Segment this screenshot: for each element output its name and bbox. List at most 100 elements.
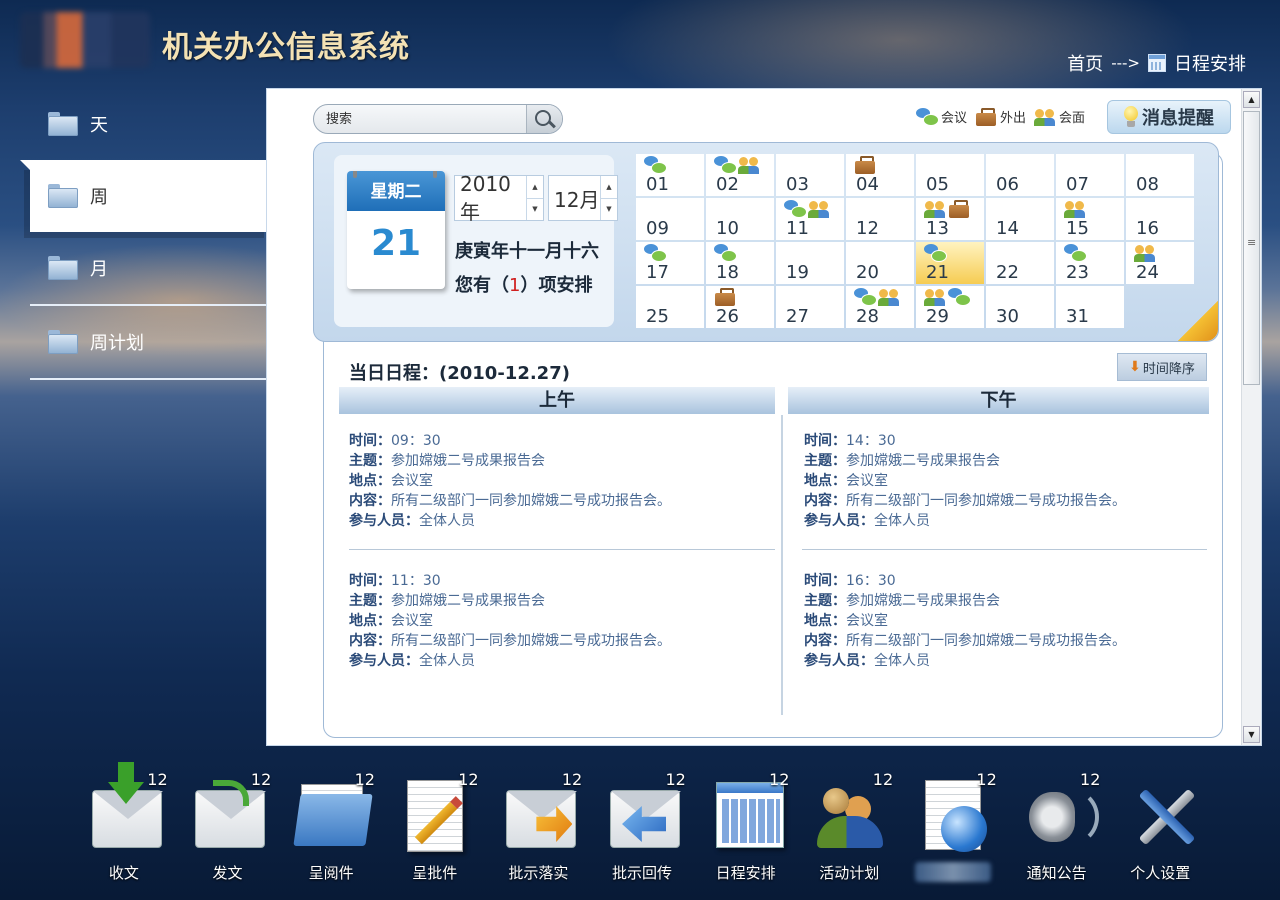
people-icon: [1064, 200, 1086, 218]
count-badge: 12: [250, 770, 272, 789]
sidebar-item-label: 月: [90, 259, 108, 280]
calendar-day[interactable]: 10: [706, 198, 774, 240]
calendar-day[interactable]: 02: [706, 154, 774, 196]
month-up-icon[interactable]: ▲: [601, 176, 617, 198]
entry-people: 参与人员：全体人员: [804, 651, 1126, 671]
calendar-shape: [715, 782, 784, 848]
dock-item[interactable]: 12 发文: [176, 762, 280, 892]
sort-time-desc-button[interactable]: ⬇ 时间降序: [1117, 353, 1207, 381]
dock-label: 通知公告: [1026, 864, 1087, 882]
calendar-day[interactable]: 19: [776, 242, 844, 284]
calendar-day[interactable]: 27: [776, 286, 844, 328]
entry-field-label: 主题：: [804, 453, 846, 469]
breadcrumb-home[interactable]: 首页: [1067, 50, 1103, 76]
am-header: 上午: [339, 387, 775, 414]
legend-out: 外出: [975, 107, 1026, 126]
calendar-day[interactable]: 08: [1126, 154, 1194, 196]
year-stepper[interactable]: 2010年 ▲ ▼: [454, 172, 544, 224]
sort-label: 时间降序: [1142, 361, 1195, 377]
dock-item[interactable]: 12 通知公告: [1005, 762, 1109, 892]
dock-item[interactable]: 12 活动计划: [797, 762, 901, 892]
calendar-day[interactable]: 12: [846, 198, 914, 240]
sidebar: 天 周 月 周计划: [0, 88, 274, 380]
entry-place: 地点：会议室: [349, 471, 671, 491]
calendar-day[interactable]: 03: [776, 154, 844, 196]
calendar-day[interactable]: 07: [1056, 154, 1124, 196]
search-icon[interactable]: [526, 105, 562, 133]
schedule-entry[interactable]: 时间：16：30 主题：参加嫦娥二号成果报告会 地点：会议室 内容：所有二级部门一同参…: [804, 571, 1126, 671]
sidebar-item-month[interactable]: 月: [0, 232, 274, 304]
message-reminder-label: 消息提醒: [1142, 108, 1214, 129]
dock-item[interactable]: 12 收文: [72, 762, 176, 892]
schedule-entry[interactable]: 时间：11：30 主题：参加嫦娥二号成果报告会 地点：会议室 内容：所有二级部门一同参…: [349, 571, 671, 671]
scroll-up-icon[interactable]: ▲: [1243, 91, 1260, 108]
folder-shape: [293, 794, 373, 846]
breadcrumb-separator: --->: [1111, 54, 1140, 72]
message-reminder-button[interactable]: 消息提醒: [1107, 100, 1231, 134]
calendar-day[interactable]: 13: [916, 198, 984, 240]
calendar-day-number: 28: [856, 306, 879, 327]
calendar-day[interactable]: 23: [1056, 242, 1124, 284]
dock-item[interactable]: 12 批示落实: [487, 762, 591, 892]
calendar-day[interactable]: 09: [636, 198, 704, 240]
dock-item[interactable]: 12 呈批件: [383, 762, 487, 892]
calendar-day[interactable]: 30: [986, 286, 1054, 328]
calendar-day[interactable]: 15: [1056, 198, 1124, 240]
calendar-day[interactable]: 29: [916, 286, 984, 328]
calendar-day[interactable]: 14: [986, 198, 1054, 240]
sidebar-item-week[interactable]: 周: [20, 160, 274, 232]
dock-item[interactable]: 12 批示回传: [590, 762, 694, 892]
app-title: 机关办公信息系统: [162, 30, 410, 65]
scroll-thumb[interactable]: [1243, 111, 1260, 385]
calendar-day-number: 17: [646, 262, 669, 283]
calendar-day-number: 27: [786, 306, 809, 327]
calendar-day[interactable]: 05: [916, 154, 984, 196]
year-up-icon[interactable]: ▲: [527, 176, 543, 198]
dock-item[interactable]: 12: [901, 762, 1005, 892]
sidebar-item-week-plan[interactable]: 周计划: [0, 306, 274, 378]
schedule-entry[interactable]: 时间：14：30 主题：参加嫦娥二号成果报告会 地点：会议室 内容：所有二级部门一同参…: [804, 431, 1126, 531]
year-down-icon[interactable]: ▼: [527, 197, 543, 221]
calendar-day[interactable]: 16: [1126, 198, 1194, 240]
calendar-day[interactable]: 04: [846, 154, 914, 196]
entry-field-value: 全体人员: [874, 513, 930, 529]
calendar-day-number: 08: [1136, 174, 1159, 195]
calendar-day[interactable]: 20: [846, 242, 914, 284]
dock-item[interactable]: 12 呈阅件: [279, 762, 383, 892]
entry-field-value: 参加嫦娥二号成果报告会: [846, 593, 1000, 609]
dock-item[interactable]: 12 日程安排: [694, 762, 798, 892]
pm-header: 下午: [788, 387, 1209, 414]
calendar-day[interactable]: 31: [1056, 286, 1124, 328]
calendar-day[interactable]: 25: [636, 286, 704, 328]
sidebar-item-day[interactable]: 天: [0, 88, 274, 160]
arrangement-prefix: 您有（: [455, 275, 509, 296]
entry-divider: [802, 549, 1207, 550]
schedule-entry[interactable]: 时间：09：30 主题：参加嫦娥二号成果报告会 地点：会议室 内容：所有二级部门一同参…: [349, 431, 671, 531]
calendar-day[interactable]: 18: [706, 242, 774, 284]
calendar-day[interactable]: 26: [706, 286, 774, 328]
dock-label: 个人设置: [1130, 864, 1191, 882]
month-down-icon[interactable]: ▼: [601, 197, 617, 221]
calendar-day[interactable]: 01: [636, 154, 704, 196]
year-value: 2010年: [460, 171, 511, 224]
breadcrumb-current: 日程安排: [1174, 54, 1246, 75]
calendar-day[interactable]: 28: [846, 286, 914, 328]
month-stepper[interactable]: 12月 ▲ ▼: [548, 175, 618, 221]
entry-field-label: 参与人员：: [804, 513, 874, 529]
calendar-day-number: 26: [716, 306, 739, 327]
calendar-day[interactable]: 17: [636, 242, 704, 284]
calendar-day[interactable]: 11: [776, 198, 844, 240]
sidebar-item-label: 天: [90, 115, 108, 136]
search-input[interactable]: [314, 105, 526, 133]
vertical-scrollbar[interactable]: ▲ ▼: [1241, 89, 1261, 745]
calendar-day[interactable]: 06: [986, 154, 1054, 196]
calendar-day[interactable]: 21: [916, 242, 984, 284]
legend-label: 会面: [1058, 111, 1085, 126]
calendar-day[interactable]: 22: [986, 242, 1054, 284]
dock-item[interactable]: 个人设置: [1108, 762, 1212, 892]
calendar-day[interactable]: 24: [1126, 242, 1194, 284]
scroll-down-icon[interactable]: ▼: [1243, 726, 1260, 743]
lightbulb-icon: [1124, 106, 1138, 128]
page-fold-icon: [1178, 301, 1218, 341]
entry-subject: 主题：参加嫦娥二号成果报告会: [804, 591, 1126, 611]
